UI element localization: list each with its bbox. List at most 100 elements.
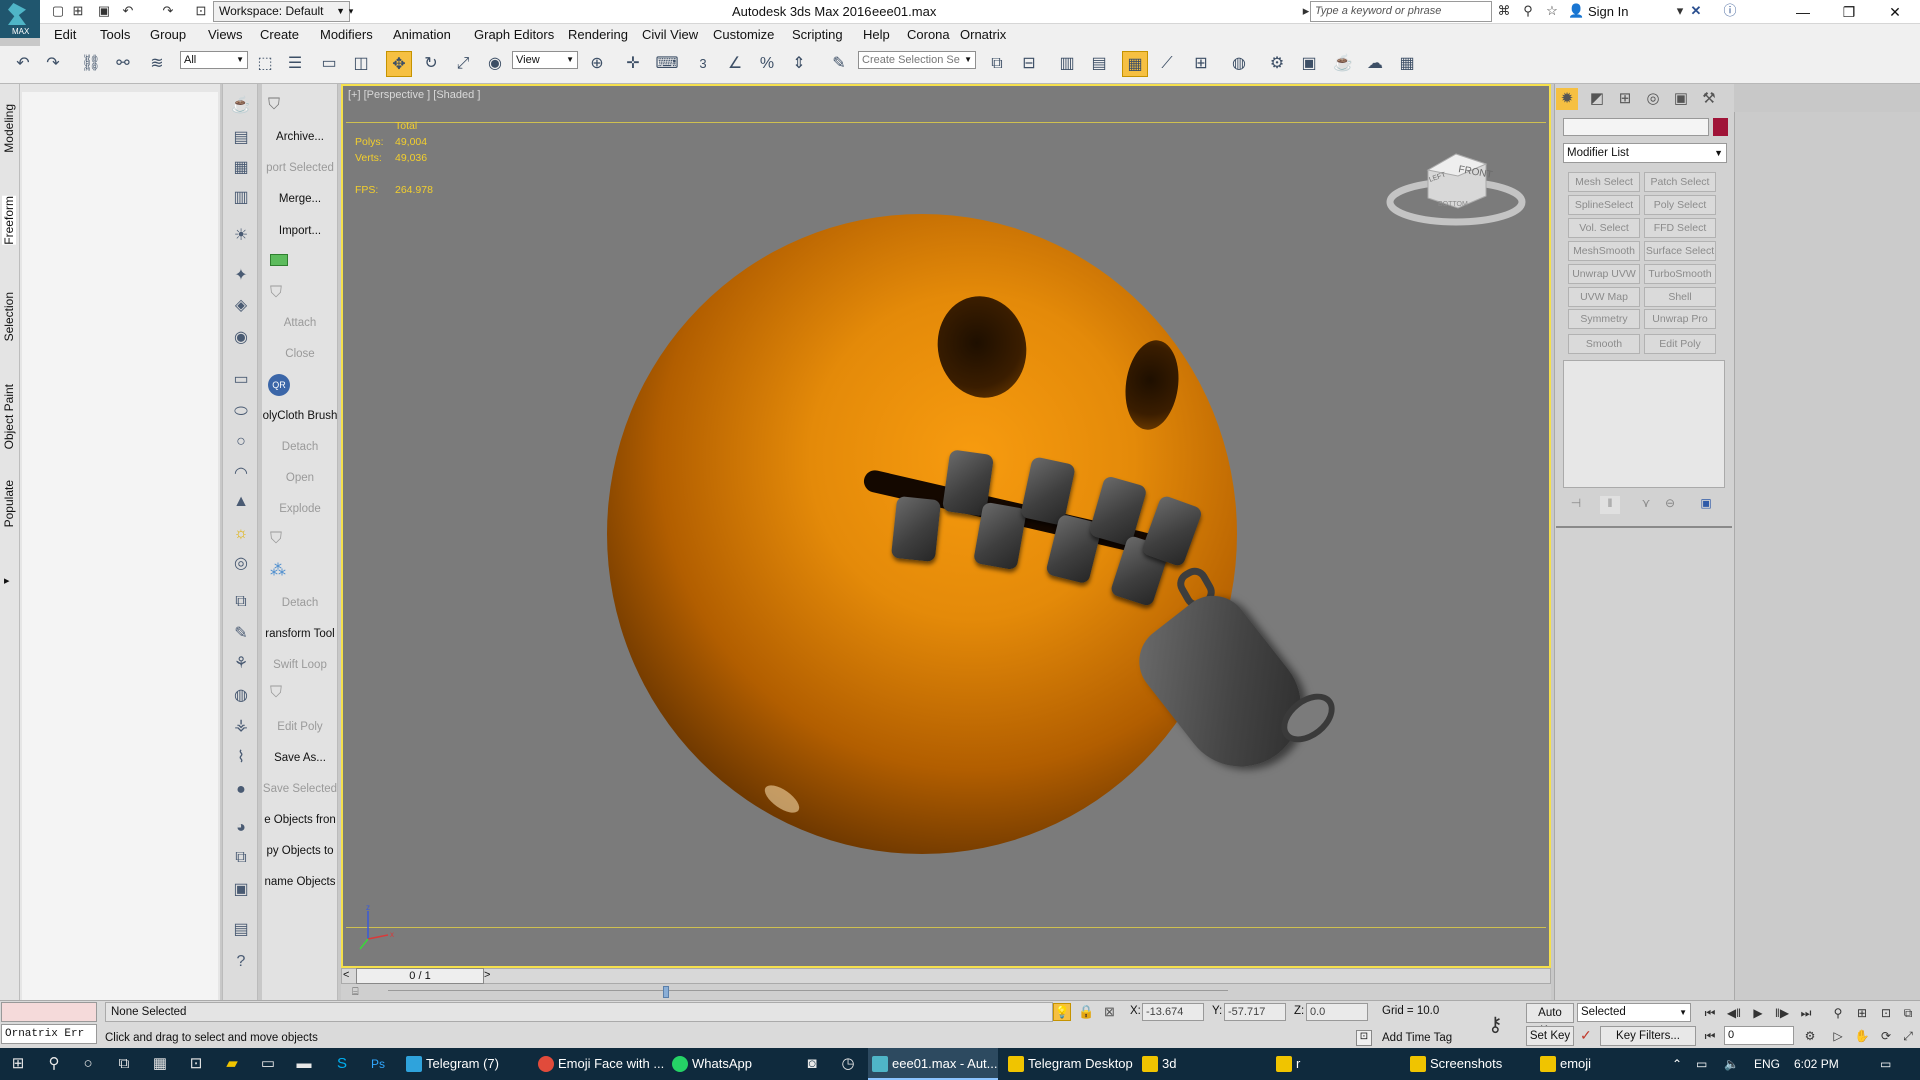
layer-explorer-icon[interactable]: ▥ — [1054, 51, 1080, 77]
menu-edit[interactable]: Edit — [54, 27, 76, 42]
render-iterative-icon[interactable]: ☁ — [1362, 51, 1388, 77]
open-file-icon[interactable]: ⊞ — [70, 3, 86, 19]
menu-views[interactable]: Views — [208, 27, 242, 42]
taskbar-item-r-folder[interactable]: r — [1272, 1048, 1402, 1080]
time-tag-icon[interactable]: ⊡ — [1356, 1030, 1372, 1046]
save-icon[interactable]: ▣ — [96, 3, 112, 19]
y-coord-input[interactable]: -57.717 — [1224, 1003, 1286, 1021]
skype-icon[interactable]: S — [332, 1054, 352, 1074]
edit-named-selection-icon[interactable]: ✎ — [826, 51, 852, 77]
ribbon-tab-modeling[interactable]: Modeling — [2, 104, 16, 153]
object-name-field[interactable] — [1563, 118, 1709, 136]
rectangular-selection-icon[interactable]: ▭ — [316, 51, 342, 77]
align-icon[interactable]: ⊟ — [1016, 51, 1042, 77]
taskbar-item-screenshots[interactable]: Screenshots — [1406, 1048, 1536, 1080]
taskbar-item-telegram[interactable]: Telegram (7) — [402, 1048, 526, 1080]
ribbon-tab-populate[interactable]: Populate — [2, 480, 16, 527]
search-input[interactable]: Type a keyword or phrase — [1310, 1, 1492, 22]
calculator-icon[interactable]: ▦ — [150, 1054, 170, 1074]
mod-poly-select[interactable]: Poly Select — [1644, 195, 1716, 215]
undo-icon[interactable]: ↶ — [120, 3, 136, 19]
pin-stack-icon[interactable]: ⊣ — [1566, 496, 1586, 514]
mod-vol-select[interactable]: Vol. Select — [1568, 218, 1640, 238]
communication-center-icon[interactable]: ⚲ — [1520, 3, 1536, 19]
selection-filter-dropdown[interactable]: All ▼ — [180, 51, 248, 69]
input-language[interactable]: ENG — [1754, 1048, 1780, 1080]
new-file-icon[interactable]: ▢ — [50, 3, 66, 19]
bug-icon[interactable]: ✦ — [229, 264, 253, 288]
cmd-import[interactable]: Import... — [262, 225, 338, 237]
teapot-icon[interactable]: ☕ — [229, 94, 253, 118]
dome-icon[interactable]: ◠ — [229, 462, 253, 486]
cmd-open[interactable]: Open — [262, 472, 338, 484]
keyboard-shortcut-override-icon[interactable]: ⌨ — [654, 51, 680, 77]
light-icon[interactable]: ☀ — [229, 224, 253, 248]
minimize-icon[interactable]: — — [1780, 0, 1826, 24]
taskbar-item-chrome[interactable]: Emoji Face with ... — [534, 1048, 664, 1080]
menu-civil-view[interactable]: Civil View — [642, 27, 698, 42]
hierarchy-tab-icon[interactable]: ⊞ — [1614, 88, 1636, 110]
set-keys-icon[interactable]: ✓ — [1580, 1027, 1592, 1044]
film-icon[interactable]: ◉ — [229, 326, 253, 350]
modifier-stack[interactable] — [1563, 360, 1725, 488]
grass-icon[interactable]: ⚶ — [229, 714, 253, 738]
restore-icon[interactable]: ❐ — [1826, 0, 1872, 24]
mod-spline-select[interactable]: SplineSelect — [1568, 195, 1640, 215]
menu-customize[interactable]: Customize — [713, 27, 774, 42]
cmd-polycloth-brush[interactable]: olyCloth Brush — [262, 410, 338, 422]
cmd-export-selected[interactable]: port Selected — [262, 162, 338, 174]
show-end-result-icon[interactable]: ‖ — [1600, 496, 1620, 514]
maximize-viewport-icon[interactable]: ⤢ — [1898, 1027, 1918, 1045]
disc-icon[interactable]: ⬭ — [229, 400, 253, 424]
lock-selection-icon[interactable]: 🔒 — [1078, 1004, 1094, 1020]
track-bar[interactable] — [341, 984, 1551, 1000]
sphere-blue-icon[interactable]: ◕ — [229, 816, 253, 840]
auto-key-button[interactable]: Auto Key — [1526, 1003, 1574, 1037]
mod-unwrap-uvw[interactable]: Unwrap UVW — [1568, 264, 1640, 284]
render-in-cloud-icon[interactable]: ▦ — [1394, 51, 1420, 77]
undo-icon[interactable]: ↶ — [10, 51, 36, 77]
zoom-all-icon[interactable]: ⊞ — [1852, 1004, 1872, 1022]
pivot-center-icon[interactable]: ⊕ — [584, 51, 610, 77]
rendered-frame-window-icon[interactable]: ▣ — [1296, 51, 1322, 77]
scale-icon[interactable]: ⤢ — [450, 51, 476, 77]
ball-icon[interactable]: ● — [229, 778, 253, 802]
help-icon[interactable]: ⓘ — [1722, 3, 1738, 19]
zoom-extents-all-icon[interactable]: ⧉ — [1898, 1004, 1918, 1022]
redo-icon[interactable]: ↷ — [40, 51, 66, 77]
previous-frame-icon[interactable]: ◀‖ — [1724, 1004, 1744, 1022]
photoshop-icon[interactable]: Ps — [368, 1054, 388, 1074]
sun-icon[interactable]: ☼ — [229, 522, 253, 546]
material-editor-icon[interactable]: ◍ — [1226, 51, 1252, 77]
paint-icon[interactable]: ✎ — [229, 622, 253, 646]
star-icon[interactable]: ☆ — [1544, 3, 1560, 19]
make-unique-icon[interactable]: ⋎ — [1636, 496, 1656, 514]
display-tab-icon[interactable]: ▣ — [1670, 88, 1692, 110]
workspace-dropdown[interactable]: Workspace: Default ▼ — [213, 1, 350, 22]
mod-unwrap-pro[interactable]: Unwrap Pro — [1644, 309, 1716, 329]
snaps-toggle-icon[interactable]: 3 — [690, 51, 716, 77]
track-bar-key-marker[interactable] — [663, 986, 669, 998]
mod-patch-select[interactable]: Patch Select — [1644, 172, 1716, 192]
play-icon[interactable]: ▶ — [1748, 1004, 1768, 1022]
key-filters-button[interactable]: Key Filters... — [1600, 1026, 1696, 1046]
spinner-snap-icon[interactable]: ⇕ — [786, 51, 812, 77]
menu-corona[interactable]: Corona — [907, 27, 950, 42]
camera-icon[interactable]: ◈ — [229, 294, 253, 318]
menu-animation[interactable]: Animation — [393, 27, 451, 42]
key-mode-selected-dropdown[interactable]: Selected ▼ — [1577, 1003, 1691, 1022]
store-icon[interactable]: ⊡ — [186, 1054, 206, 1074]
task-view-icon[interactable]: ⧉ — [114, 1054, 134, 1074]
cmd-edit-poly[interactable]: Edit Poly — [262, 721, 338, 733]
mirror-icon[interactable]: ⧉ — [984, 51, 1010, 77]
bind-space-warp-icon[interactable]: ≋ — [144, 51, 170, 77]
taskbar-item-3dsmax[interactable]: eee01.max - Aut... — [868, 1048, 998, 1080]
mod-smooth[interactable]: Smooth — [1568, 334, 1640, 354]
plane-icon[interactable]: ▭ — [229, 368, 253, 392]
cmd-move-objects-from[interactable]: e Objects fron — [262, 814, 338, 826]
mod-turbosmooth[interactable]: TurboSmooth — [1644, 264, 1716, 284]
orbit-icon[interactable]: ⟳ — [1876, 1027, 1896, 1045]
mod-meshsmooth[interactable]: MeshSmooth — [1568, 241, 1640, 261]
isolate-selection-icon[interactable]: 💡 — [1053, 1003, 1071, 1021]
reference-coordinate-dropdown[interactable]: View ▼ — [512, 51, 578, 69]
